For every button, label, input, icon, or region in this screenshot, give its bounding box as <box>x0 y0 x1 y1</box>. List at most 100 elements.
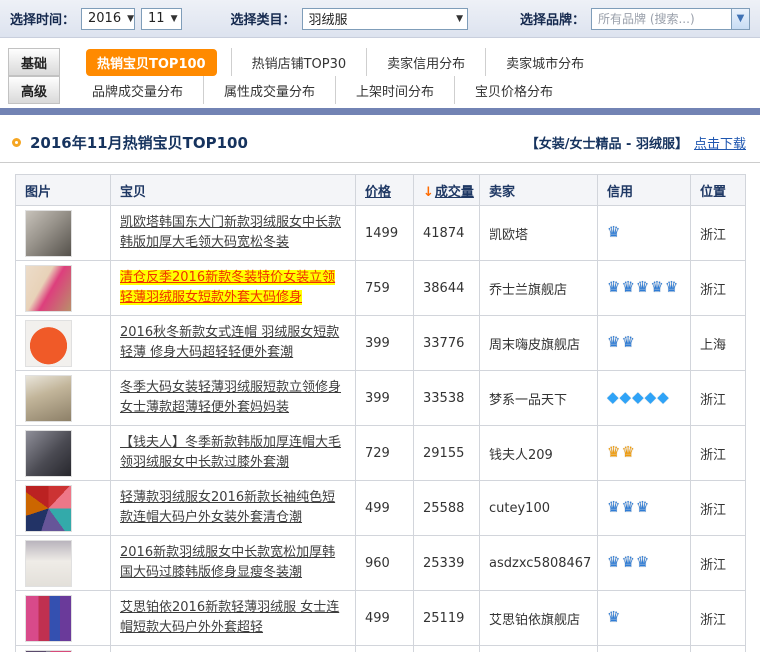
col-header-volume-sort[interactable]: ↓成交量 <box>414 175 480 206</box>
tab-hot-shops-top30[interactable]: 热销店铺TOP30 <box>231 48 367 76</box>
advanced-group-label: 高级 <box>8 76 60 104</box>
brand-search-input[interactable]: 所有品牌 (搜索...) <box>591 8 731 30</box>
crown-blue-icon: ♛ <box>621 333 634 351</box>
chevron-down-icon: ▼ <box>127 14 134 24</box>
item-thumbnail[interactable] <box>25 375 72 422</box>
tab-seller-city-dist[interactable]: 卖家城市分布 <box>485 48 604 76</box>
item-thumbnail[interactable] <box>25 595 72 642</box>
crown-blue-icon: ♛ <box>636 278 649 296</box>
col-header-credit: 信用 <box>598 175 691 206</box>
item-title-link[interactable]: 艾思铂依2016新款轻薄羽绒服 女士连帽短款大码户外外套超轻 <box>120 600 339 635</box>
col-header-location: 位置 <box>691 175 746 206</box>
brand-dropdown-button[interactable]: ▼ <box>731 8 750 30</box>
item-title-link[interactable]: 2016秋冬新款女式连帽 羽绒服女短款轻薄 修身大码超轻轻便外套潮 <box>120 325 339 360</box>
seller-cell <box>480 646 598 652</box>
volume-cell: 33538 <box>414 371 480 426</box>
section-divider <box>0 162 760 163</box>
col-header-image: 图片 <box>16 175 111 206</box>
tab-brand-volume-dist[interactable]: 品牌成交量分布 <box>72 76 203 104</box>
volume-cell: 25588 <box>414 481 480 536</box>
crown-blue-icon: ♛ <box>650 278 663 296</box>
location-cell: 浙江 <box>691 426 746 481</box>
location-cell: 浙江 <box>691 481 746 536</box>
tab-label: 属性成交量分布 <box>224 81 315 100</box>
hot-items-table: 图片 宝贝 价格 ↓成交量 卖家 信用 位置 凯欧塔韩国东大门新款羽绒服女中长款… <box>15 174 746 652</box>
volume-cell: 25119 <box>414 591 480 646</box>
price-cell: 759 <box>356 261 414 316</box>
tab-seller-credit-dist[interactable]: 卖家信用分布 <box>366 48 485 76</box>
diamond-blue-icon: ◆ <box>620 388 632 406</box>
crown-blue-icon: ♛ <box>607 498 620 516</box>
category-select[interactable]: 羽绒服 ▼ <box>302 8 468 30</box>
col-header-seller: 卖家 <box>480 175 598 206</box>
crown-blue-icon: ♛ <box>607 333 620 351</box>
advanced-tab-list: 品牌成交量分布 属性成交量分布 上架时间分布 宝贝价格分布 <box>72 76 573 104</box>
category-breadcrumb: 【女装/女士精品 - 羽绒服】 <box>526 133 688 152</box>
item-title-link[interactable]: 【钱夫人】冬季新款韩版加厚连帽大毛领羽绒服女中长款过膝外套潮 <box>120 435 341 470</box>
diamond-blue-icon: ◆ <box>645 388 657 406</box>
tab-label: 卖家城市分布 <box>506 53 584 72</box>
item-title-link[interactable]: 2016新款羽绒服女中长款宽松加厚韩国大码过膝韩版修身显瘦冬装潮 <box>120 545 335 580</box>
tab-label: 品牌成交量分布 <box>92 81 183 100</box>
item-thumbnail[interactable] <box>25 210 72 257</box>
seller-credit-cell: ◆◆ <box>598 646 691 652</box>
seller-credit-cell: ♛♛ <box>598 426 691 481</box>
crown-blue-icon: ♛ <box>636 498 649 516</box>
month-select[interactable]: 11 ▼ <box>141 8 182 30</box>
seller-credit-cell: ♛♛ <box>598 316 691 371</box>
price-cell: 499 <box>356 591 414 646</box>
seller-cell: 钱夫人209 <box>480 426 598 481</box>
crown-blue-icon: ♛ <box>621 553 634 571</box>
table-row: 轻薄款羽绒服女2016新款长袖纯色短款连帽大码户外女装外套清仓潮49925588… <box>16 481 746 536</box>
chevron-down-icon: ▼ <box>456 14 463 24</box>
item-thumbnail[interactable] <box>25 540 72 587</box>
tab-item-price-dist[interactable]: 宝贝价格分布 <box>454 76 573 104</box>
page-title: 2016年11月热销宝贝TOP100 <box>30 132 248 153</box>
item-title-link[interactable]: 清仓反季2016新款冬装特价女装立领轻薄羽绒服女短款外套大码修身 <box>120 270 335 305</box>
divider-bar <box>0 108 760 115</box>
price-cell: 399 <box>356 316 414 371</box>
item-thumbnail[interactable] <box>25 320 72 367</box>
table-row: 茄甲2016新款韩版修身轻薄反季清仓羽绒服女短款连◆◆ <box>16 646 746 652</box>
seller-cell: 艾思铂依旗舰店 <box>480 591 598 646</box>
seller-cell: cutey100 <box>480 481 598 536</box>
download-link[interactable]: 点击下载 <box>694 133 746 152</box>
table-row: 冬季大码女装轻薄羽绒服短款立领修身女士薄款超薄轻便外套妈妈装39933538梦系… <box>16 371 746 426</box>
price-cell <box>356 646 414 652</box>
volume-cell: 33776 <box>414 316 480 371</box>
volume-cell: 29155 <box>414 426 480 481</box>
tab-label: 卖家信用分布 <box>387 53 465 72</box>
location-cell: 浙江 <box>691 206 746 261</box>
seller-credit-cell: ◆◆◆◆◆ <box>598 371 691 426</box>
price-cell: 1499 <box>356 206 414 261</box>
item-title-link[interactable]: 轻薄款羽绒服女2016新款长袖纯色短款连帽大码户外女装外套清仓潮 <box>120 490 335 525</box>
item-thumbnail[interactable] <box>25 430 72 477</box>
tab-listing-time-dist[interactable]: 上架时间分布 <box>335 76 454 104</box>
year-select[interactable]: 2016 ▼ <box>81 8 135 30</box>
crown-gold-icon: ♛ <box>621 443 634 461</box>
filter-bar: 选择时间： 2016 ▼ 11 ▼ 选择类目： 羽绒服 ▼ 选择品牌： 所有品牌… <box>0 0 760 38</box>
crown-blue-icon: ♛ <box>621 498 634 516</box>
seller-credit-cell: ♛♛♛♛♛ <box>598 261 691 316</box>
diamond-blue-icon: ◆ <box>607 388 619 406</box>
col-header-price-sort[interactable]: 价格 <box>356 175 414 206</box>
advanced-tab-row: 高级 品牌成交量分布 属性成交量分布 上架时间分布 宝贝价格分布 <box>0 76 760 104</box>
tab-hot-items-top100[interactable]: 热销宝贝TOP100 <box>86 48 217 76</box>
seller-cell: 周末嗨皮旗舰店 <box>480 316 598 371</box>
seller-cell: 乔士兰旗舰店 <box>480 261 598 316</box>
item-thumbnail[interactable] <box>25 485 72 532</box>
item-title-link[interactable]: 凯欧塔韩国东大门新款羽绒服女中长款韩版加厚大毛领大码宽松冬装 <box>120 215 341 250</box>
month-value: 11 <box>148 11 165 26</box>
tab-label: 上架时间分布 <box>356 81 434 100</box>
diamond-blue-icon: ◆ <box>632 388 644 406</box>
time-filter-label: 选择时间： <box>10 9 75 28</box>
item-thumbnail[interactable] <box>25 265 72 312</box>
crown-gold-icon: ♛ <box>607 443 620 461</box>
chevron-down-icon: ▼ <box>737 13 745 24</box>
table-row: 2016新款羽绒服女中长款宽松加厚韩国大码过膝韩版修身显瘦冬装潮96025339… <box>16 536 746 591</box>
tab-attribute-volume-dist[interactable]: 属性成交量分布 <box>203 76 335 104</box>
section-header-right: 【女装/女士精品 - 羽绒服】 点击下载 <box>526 133 746 152</box>
item-title-link[interactable]: 冬季大码女装轻薄羽绒服短款立领修身女士薄款超薄轻便外套妈妈装 <box>120 380 341 415</box>
seller-credit-cell: ♛♛♛ <box>598 481 691 536</box>
basic-tab-list: 热销宝贝TOP100 热销店铺TOP30 卖家信用分布 卖家城市分布 <box>72 48 604 76</box>
